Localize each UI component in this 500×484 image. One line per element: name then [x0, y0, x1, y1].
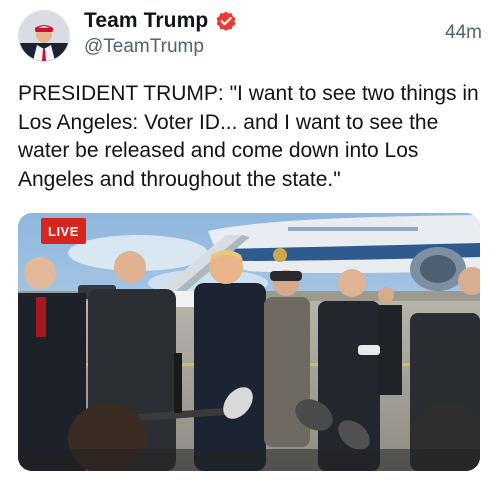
live-badge: LIVE [41, 218, 86, 244]
verified-badge-icon [216, 11, 236, 31]
media-scene [18, 213, 480, 471]
media-image[interactable]: LIVE [18, 213, 480, 471]
post-header: Team Trump @TeamTrump 44m [18, 8, 482, 64]
avatar[interactable] [18, 10, 70, 62]
post-text: PRESIDENT TRUMP: "I want to see two thin… [18, 82, 479, 191]
display-name[interactable]: Team Trump [84, 9, 208, 33]
author-info: Team Trump @TeamTrump [84, 8, 238, 58]
handle[interactable]: @TeamTrump [84, 36, 238, 58]
timestamp[interactable]: 44m [445, 22, 482, 44]
display-name-row: Team Trump [84, 8, 238, 34]
